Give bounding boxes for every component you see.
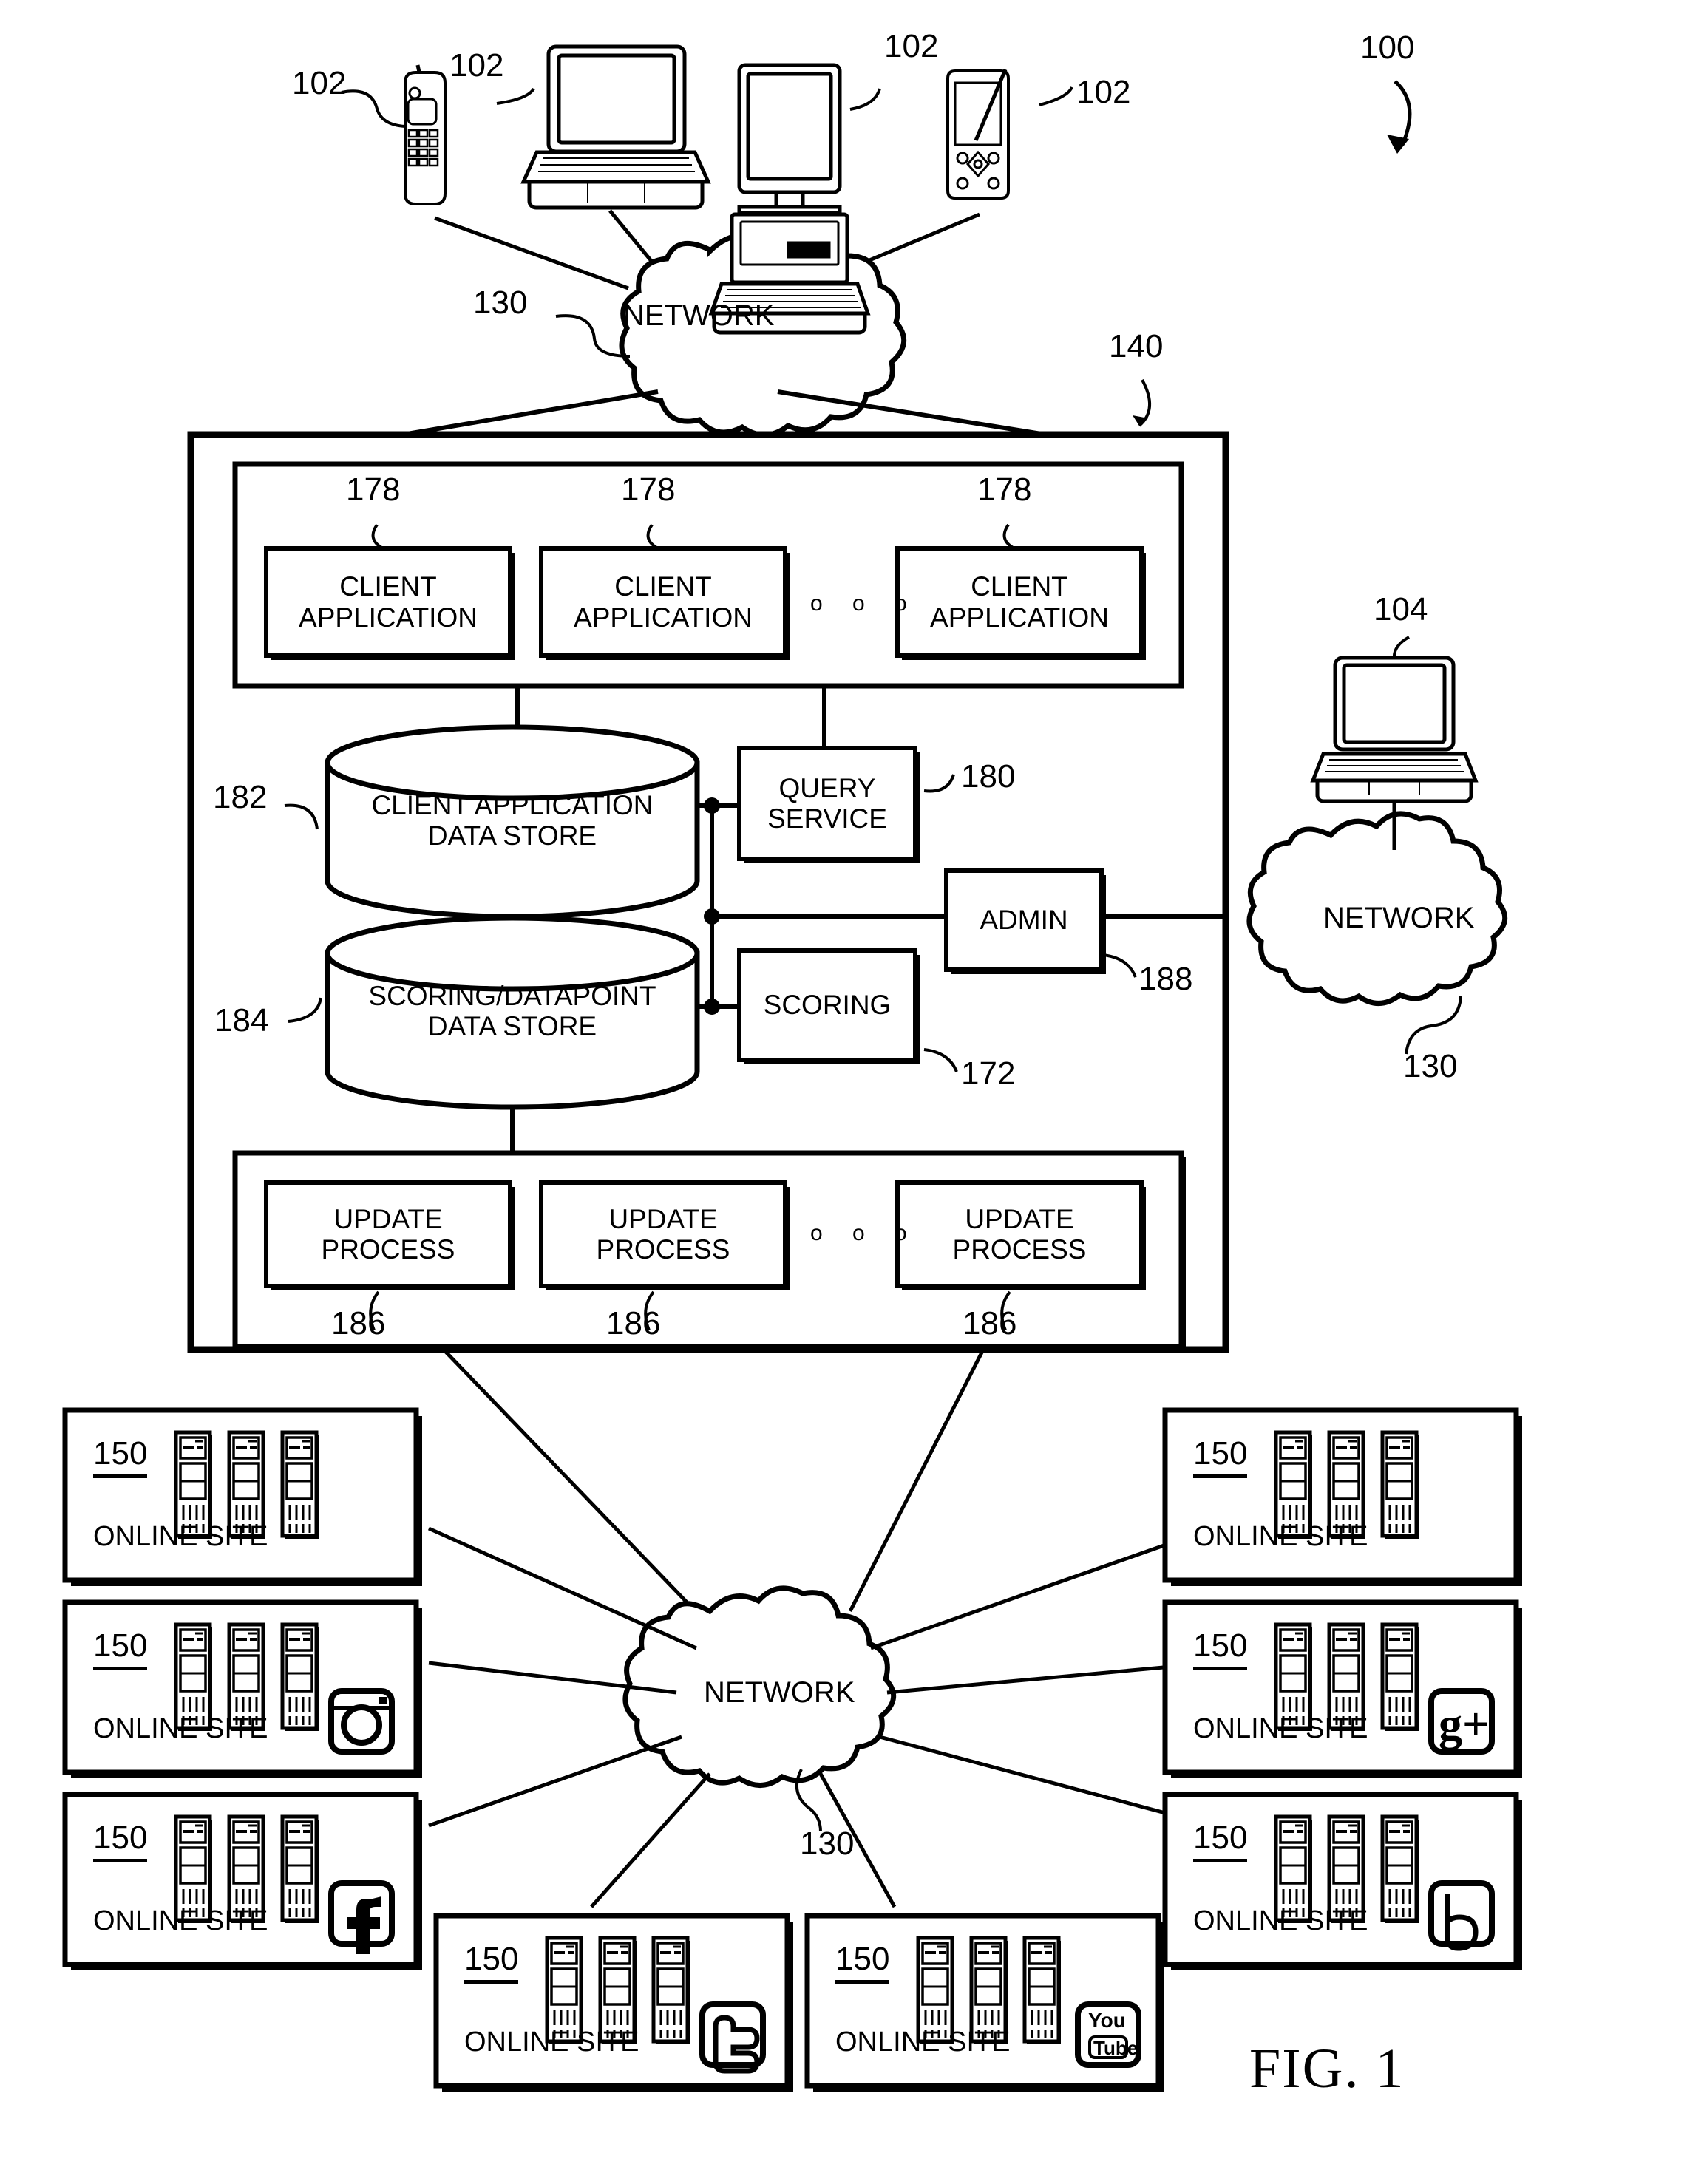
site-label-left-top: ONLINE SITE <box>93 1521 268 1552</box>
query-service-line2: SERVICE <box>767 803 887 834</box>
patent-figure-canvas: 100 102 102 102 102 NETWORK 130 140 178 … <box>0 0 1687 2184</box>
ref-186-b: 186 <box>606 1305 661 1341</box>
update-line2-b: PROCESS <box>596 1234 730 1265</box>
ref-102-phone: 102 <box>292 65 347 101</box>
admin-terminal-laptop <box>1310 656 1479 803</box>
bottom-network-label: NETWORK <box>704 1676 855 1709</box>
site-ref-left-bottom: 150 <box>93 1820 148 1862</box>
leader-130-right <box>1405 996 1462 1055</box>
ref-184: 184 <box>214 1002 269 1038</box>
data-store-line2-184: DATA STORE <box>427 1011 597 1041</box>
client-app-line1-b: CLIENT <box>614 571 712 602</box>
leader-102-phone <box>341 89 406 128</box>
ref-130-right: 130 <box>1403 1048 1458 1084</box>
site-ref-bottom-center-left: 150 <box>464 1941 519 1984</box>
ref-172: 172 <box>961 1055 1016 1092</box>
site-ref-bottom-center-right: 150 <box>835 1941 890 1984</box>
client-app-line1-c: CLIENT <box>971 571 1068 602</box>
update-line1-b: UPDATE <box>608 1203 718 1234</box>
client-device-pda <box>946 69 1010 200</box>
client-app-line1-a: CLIENT <box>339 571 437 602</box>
query-service-line1: QUERY <box>778 772 876 803</box>
data-store-line1-182: CLIENT APPLICATION <box>371 789 654 820</box>
scoring-datapoint-data-store-label: SCORING/DATAPOINT DATA STORE <box>327 952 697 1070</box>
site-ref-left-top: 150 <box>93 1435 148 1478</box>
site-ref-left-middle: 150 <box>93 1627 148 1670</box>
ref-100: 100 <box>1360 30 1415 66</box>
ref-186-a: 186 <box>331 1305 386 1341</box>
ref-102-desktop: 102 <box>884 28 939 64</box>
update-line1-a: UPDATE <box>333 1203 443 1234</box>
ref-102-laptop: 102 <box>449 47 504 84</box>
client-app-data-store-label: CLIENT APPLICATION DATA STORE <box>327 761 697 880</box>
scoring-line1: SCORING <box>763 990 892 1021</box>
leader-100 <box>1394 80 1412 146</box>
update-process-label-b: UPDATE PROCESS <box>541 1183 785 1286</box>
update-process-ellipsis: o o o <box>810 1221 919 1245</box>
query-service-label: QUERY SERVICE <box>739 748 915 859</box>
figure-label: FIG. 1 <box>1249 2038 1405 2100</box>
admin-label: ADMIN <box>946 871 1102 970</box>
ref-178-b: 178 <box>621 472 676 508</box>
update-line2-c: PROCESS <box>952 1234 1087 1265</box>
client-app-ellipsis: o o o <box>810 591 919 616</box>
ref-130-bottom: 130 <box>800 1826 855 1862</box>
client-app-line2-b: APPLICATION <box>574 602 753 633</box>
update-line2-a: PROCESS <box>321 1234 455 1265</box>
site-label-bottom-center-right: ONLINE SITE <box>835 2027 1011 2058</box>
update-process-label-c: UPDATE PROCESS <box>897 1183 1141 1286</box>
client-app-line2-a: APPLICATION <box>299 602 478 633</box>
youtube-icon-bottom: Tube <box>1093 2037 1138 2059</box>
client-device-desktop <box>708 63 871 335</box>
scoring-label: SCORING <box>739 950 915 1060</box>
ref-178-c: 178 <box>977 472 1032 508</box>
update-process-label-a: UPDATE PROCESS <box>266 1183 510 1286</box>
leader-130-top <box>555 314 631 358</box>
client-application-label-c: CLIENT APPLICATION <box>897 548 1141 656</box>
ref-102-pda: 102 <box>1076 74 1131 110</box>
ref-182: 182 <box>213 779 268 815</box>
data-store-line1-184: SCORING/DATAPOINT <box>368 980 656 1011</box>
site-ref-right-middle: 150 <box>1193 1627 1248 1670</box>
data-store-line2-182: DATA STORE <box>427 820 597 851</box>
site-label-left-bottom: ONLINE SITE <box>93 1905 268 1936</box>
leader-102-desktop <box>849 88 881 111</box>
leader-102-laptop <box>496 87 535 105</box>
right-network-label: NETWORK <box>1323 902 1475 934</box>
youtube-icon-top: You <box>1088 2009 1126 2032</box>
ref-178-a: 178 <box>346 472 401 508</box>
leader-102-pda <box>1039 86 1073 106</box>
ref-104: 104 <box>1374 591 1428 627</box>
site-label-right-top: ONLINE SITE <box>1193 1521 1368 1552</box>
client-app-line2-c: APPLICATION <box>930 602 1109 633</box>
top-network-label: NETWORK <box>623 299 775 332</box>
site-ref-right-top: 150 <box>1193 1435 1248 1478</box>
client-device-mobile-phone <box>404 64 447 205</box>
client-application-label-b: CLIENT APPLICATION <box>541 548 785 656</box>
ref-188: 188 <box>1138 961 1193 997</box>
update-line1-c: UPDATE <box>965 1203 1074 1234</box>
ref-186-c: 186 <box>963 1305 1017 1341</box>
site-label-bottom-center-left: ONLINE SITE <box>464 2027 639 2058</box>
site-label-left-middle: ONLINE SITE <box>93 1713 268 1744</box>
ref-140: 140 <box>1109 328 1164 364</box>
site-label-right-middle: ONLINE SITE <box>1193 1713 1368 1744</box>
ref-130-top: 130 <box>473 285 528 321</box>
googleplus-icon: g+ <box>1439 1698 1490 1750</box>
site-ref-right-bottom: 150 <box>1193 1820 1248 1862</box>
admin-line1: ADMIN <box>980 905 1068 936</box>
client-device-laptop <box>520 44 711 210</box>
server-site-links <box>442 1348 985 1627</box>
client-application-label-a: CLIENT APPLICATION <box>266 548 510 656</box>
site-label-right-bottom: ONLINE SITE <box>1193 1905 1368 1936</box>
ref-180: 180 <box>961 758 1016 795</box>
